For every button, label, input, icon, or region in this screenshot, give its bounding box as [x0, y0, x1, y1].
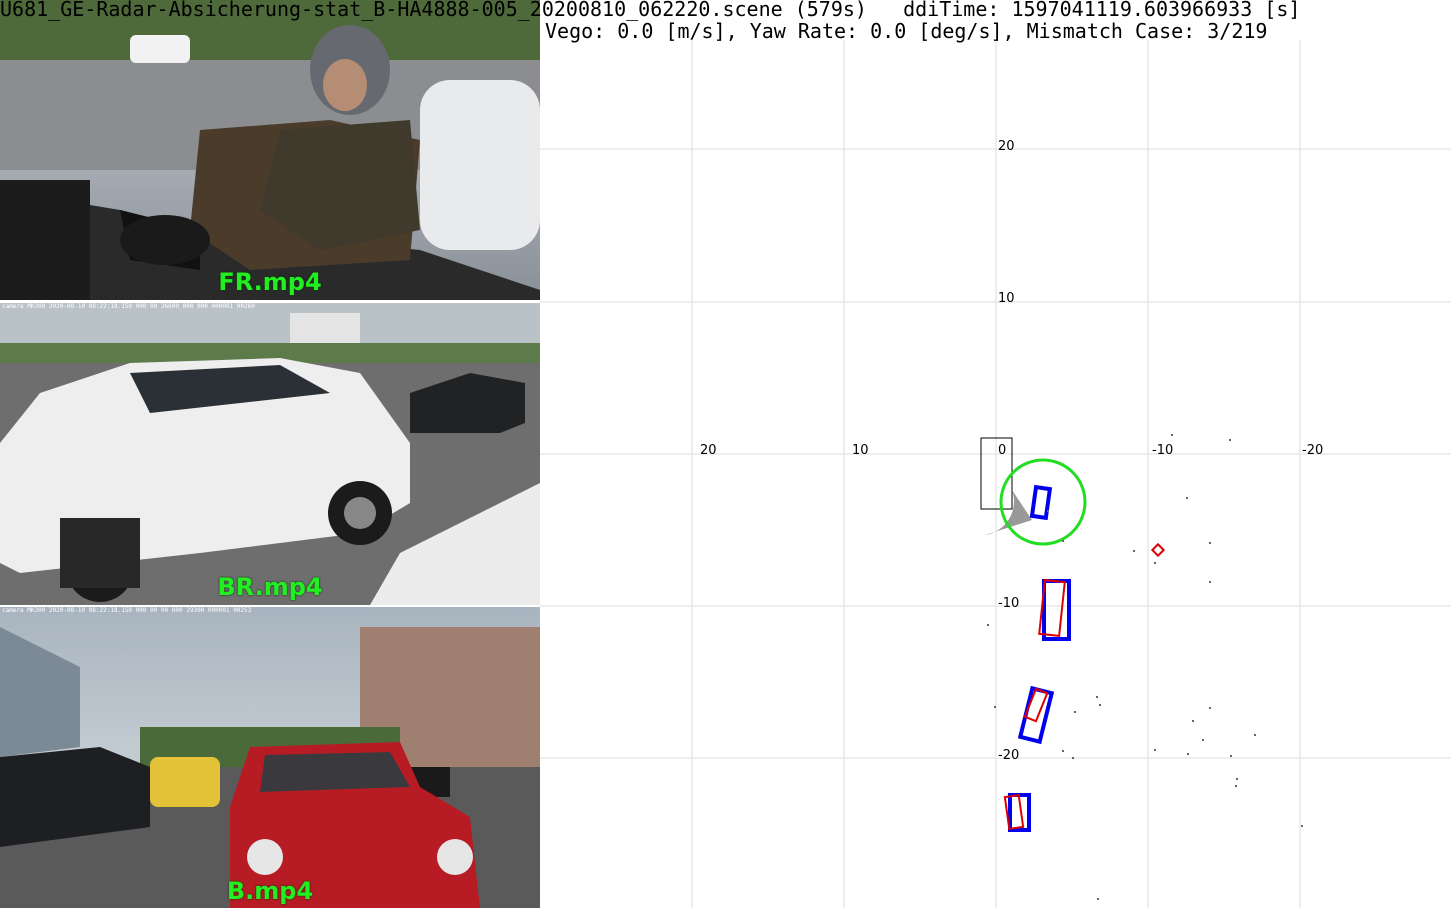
camera-image-fr	[0, 0, 540, 300]
x-tick-label: -20	[1302, 443, 1323, 458]
x-tick-label: 20	[700, 443, 717, 458]
blue-track-box	[1029, 484, 1053, 521]
camera-image-br	[0, 303, 540, 605]
camera-view-fr: FR.mp4	[0, 0, 540, 300]
y-tick-label: -20	[998, 748, 1019, 763]
camera-view-b: camera MK300 2020-08-10 08:22:18.150 000…	[0, 607, 540, 908]
camera-view-br: camera MK300 2020-08-10 08:22:18.150 000…	[0, 303, 540, 605]
fov-circle	[999, 458, 1087, 546]
radar-grid	[540, 40, 1451, 908]
camera-label-br: BR.mp4	[217, 573, 323, 601]
x-tick-label: -10	[1152, 443, 1173, 458]
camera-timestamp-br: camera MK300 2020-08-10 08:22:18.150 000…	[2, 303, 255, 310]
radar-plot: 20 10 0 -10 -20 20 10 -10 -20	[540, 40, 1451, 908]
scene-title: U681_GE-Radar-Absicherung-stat_B-HA4888-…	[0, 0, 1301, 21]
camera-image-b	[0, 607, 540, 908]
x-tick-label: 0	[998, 443, 1006, 458]
camera-label-fr: FR.mp4	[218, 268, 322, 296]
blue-track-box	[1042, 579, 1071, 641]
y-tick-label: 10	[998, 291, 1015, 306]
red-diamond-marker	[1150, 542, 1166, 558]
camera-timestamp-b: camera MK300 2020-08-10 08:22:18.150 000…	[2, 607, 252, 614]
x-tick-label: 10	[852, 443, 869, 458]
red-track-box	[1003, 794, 1025, 830]
y-tick-label: 20	[998, 139, 1015, 154]
track-boxes	[1003, 484, 1166, 832]
vehicle-status: Vego: 0.0 [m/s], Yaw Rate: 0.0 [deg/s], …	[545, 19, 1268, 43]
y-tick-label: -10	[998, 596, 1019, 611]
camera-label-b: B.mp4	[226, 877, 314, 905]
